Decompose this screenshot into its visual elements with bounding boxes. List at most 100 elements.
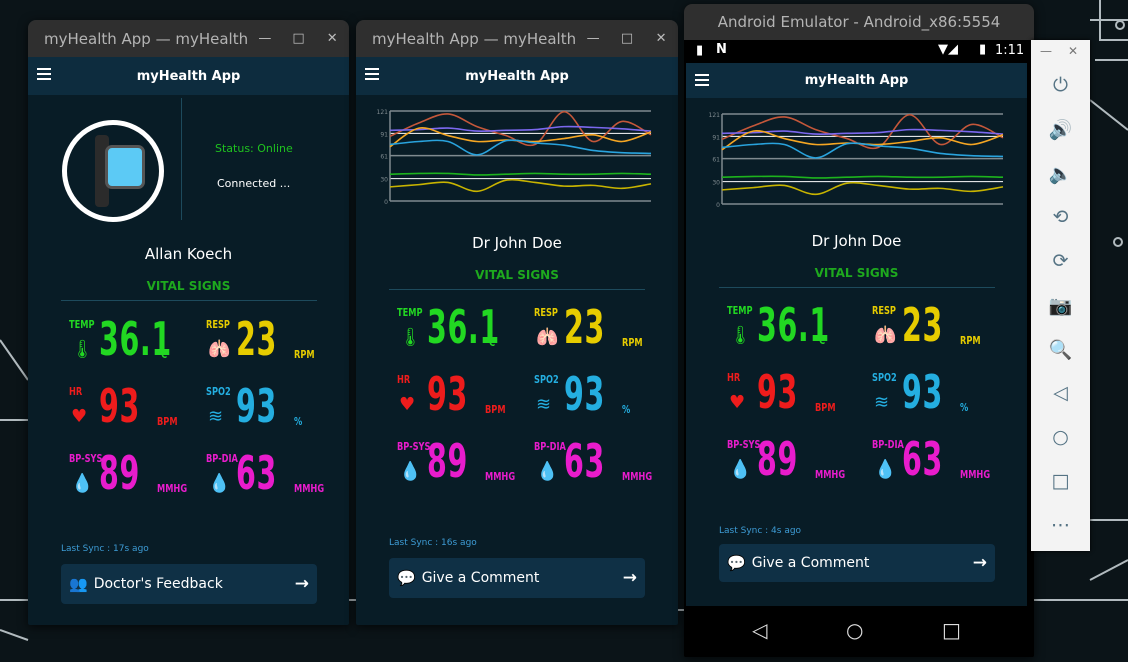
vital-spo2: SPO2 ≋ 93 % [526, 367, 661, 435]
vital-unit: °C [157, 348, 168, 361]
vital-unit: % [294, 415, 303, 428]
volume-down-icon[interactable]: 🔈 [1031, 162, 1090, 185]
power-icon[interactable]: ⏻ [1031, 74, 1090, 96]
vital-label: BP-DIA [534, 440, 566, 453]
android-nav-bar: ◁ ○ □ [684, 606, 1034, 657]
vital-bp-dia: BP-DIA 💧 63 MMHG [526, 434, 661, 502]
app-title: myHealth App [136, 68, 241, 84]
close-icon[interactable]: ✕ [315, 31, 349, 46]
menu-icon[interactable] [365, 68, 379, 80]
android-status-bar: ▮ N ▼◢ ▮ 1:11 [684, 40, 1034, 63]
divider [61, 300, 317, 301]
vital-label: RESP [206, 318, 230, 331]
comment-icon: 💬 [397, 569, 416, 587]
wind-icon: ≋ [536, 394, 552, 415]
minimize-icon[interactable]: — [1040, 44, 1052, 58]
drop-icon: 💧 [536, 461, 559, 482]
y-tick-label: 61 [380, 154, 388, 161]
thermometer-icon: 🌡 [71, 339, 94, 360]
give-comment-button[interactable]: 💬 Give a Comment → [389, 558, 645, 598]
vitals-history-chart: 121 91 61 30 0 [709, 112, 1004, 209]
minimize-icon[interactable]: — [248, 31, 282, 46]
last-sync: Last Sync : 16s ago [389, 538, 477, 548]
lungs-icon: 🫁 [536, 327, 559, 348]
home-icon[interactable]: ○ [1031, 426, 1090, 448]
vital-unit: MMHG [294, 482, 325, 495]
vital-unit: % [622, 403, 631, 416]
vital-label: SPO2 [206, 385, 231, 398]
drop-icon: 💧 [729, 459, 752, 480]
vital-value: 93 [564, 367, 605, 421]
vital-value: 23 [564, 300, 605, 354]
overview-icon[interactable]: □ [1031, 470, 1090, 492]
vital-value: 23 [236, 312, 277, 366]
home-icon[interactable]: ○ [846, 618, 863, 642]
vital-unit: °C [485, 336, 496, 349]
more-icon[interactable]: ⋯ [1031, 514, 1090, 536]
wind-icon: ≋ [874, 392, 890, 413]
title-bar[interactable]: Android Emulator - Android_x86:5554 [684, 4, 1034, 40]
vital-label: BP-SYS [727, 438, 761, 451]
vital-unit: MMHG [157, 482, 188, 495]
maximize-icon[interactable]: □ [610, 31, 644, 46]
vital-label: HR [727, 371, 741, 384]
menu-icon[interactable] [37, 68, 51, 80]
minimize-icon[interactable]: — [576, 31, 610, 46]
recents-icon[interactable]: □ [942, 618, 961, 642]
volume-up-icon[interactable]: 🔊 [1031, 118, 1090, 141]
vitals-history-chart: 121 91 61 30 0 [377, 109, 652, 206]
vital-resp: RESP 🫁 23 RPM [198, 312, 333, 380]
vital-spo2: SPO2 ≋ 93 % [864, 365, 999, 433]
section-title: VITAL SIGNS [146, 279, 231, 293]
vital-unit: MMHG [485, 470, 516, 483]
y-tick-label: 0 [716, 202, 720, 209]
y-tick-label: 121 [377, 109, 389, 116]
app-bar: myHealth App [686, 63, 1027, 98]
doctor-feedback-button[interactable]: 👥 Doctor's Feedback → [61, 564, 317, 604]
y-tick-label: 121 [709, 112, 721, 119]
title-bar[interactable]: myHealth App — myHealth — □ ✕ [356, 20, 678, 57]
arrow-right-icon: → [972, 553, 987, 573]
camera-icon[interactable]: 📷 [1031, 294, 1090, 317]
last-sync: Last Sync : 17s ago [61, 544, 149, 554]
vital-label: HR [397, 373, 411, 386]
vital-unit: BPM [815, 401, 836, 414]
menu-icon[interactable] [695, 74, 709, 86]
app-screen: myHealth App 121 91 61 30 0 Dr John Doe VITA… [686, 63, 1027, 606]
heartbeat-icon: ♥ [729, 392, 746, 413]
zoom-icon[interactable]: 🔍 [1031, 338, 1090, 361]
app-bar: myHealth App [28, 57, 349, 95]
series-line [721, 181, 1004, 196]
users-icon: 👥 [69, 575, 88, 593]
vital-resp: RESP 🫁 23 RPM [526, 300, 661, 368]
notification-n-icon: N [716, 42, 727, 57]
vital-bp-sys: BP-SYS 💧 89 MMHG [389, 434, 524, 502]
back-icon[interactable]: ◁ [752, 618, 767, 642]
back-icon[interactable]: ◁ [1031, 382, 1090, 404]
vital-label: SPO2 [872, 371, 897, 384]
window-title: myHealth App — myHealth [44, 29, 249, 48]
button-label: Give a Comment [421, 570, 540, 586]
status-time: 1:11 [995, 43, 1025, 58]
vital-value: 63 [564, 434, 605, 488]
vital-temp: TEMP 🌡 36.1 °C [61, 312, 196, 380]
vital-unit: BPM [485, 403, 506, 416]
vital-temp: TEMP 🌡 36.1 °C [389, 300, 524, 368]
rotate-right-icon[interactable]: ⟳ [1031, 250, 1090, 272]
heartbeat-icon: ♥ [71, 406, 88, 427]
vital-unit: MMHG [815, 468, 846, 481]
rotate-left-icon[interactable]: ⟲ [1031, 206, 1090, 228]
vital-unit: RPM [622, 336, 643, 349]
close-icon[interactable]: ✕ [1068, 44, 1078, 58]
give-comment-button[interactable]: 💬 Give a Comment → [719, 544, 995, 582]
close-icon[interactable]: ✕ [644, 31, 678, 46]
vital-hr: HR ♥ 93 BPM [61, 379, 196, 447]
maximize-icon[interactable]: □ [282, 31, 316, 46]
section-title: VITAL SIGNS [475, 268, 559, 282]
section-title: VITAL SIGNS [814, 266, 899, 280]
comment-icon: 💬 [727, 554, 746, 572]
divider [389, 289, 645, 290]
title-bar[interactable]: myHealth App — myHealth — □ ✕ [28, 20, 349, 57]
vital-label: BP-DIA [872, 438, 904, 451]
vital-bp-dia: BP-DIA 💧 63 MMHG [864, 432, 999, 500]
